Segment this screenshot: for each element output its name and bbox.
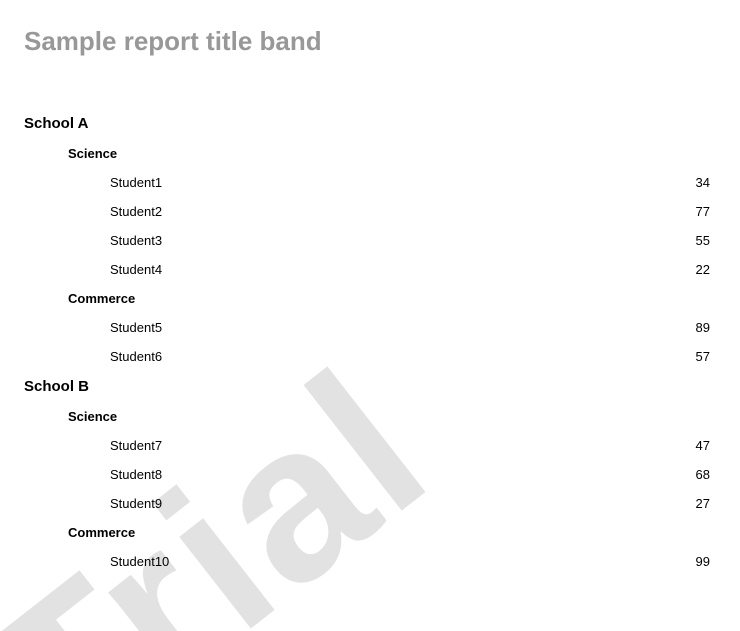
- department-heading: Commerce: [68, 525, 716, 540]
- student-name: Student4: [110, 262, 162, 277]
- department-heading: Science: [68, 146, 716, 161]
- student-name: Student8: [110, 467, 162, 482]
- student-name: Student10: [110, 554, 169, 569]
- report-page: Trial Sample report title band School A …: [0, 0, 740, 631]
- student-name: Student1: [110, 175, 162, 190]
- student-name: Student6: [110, 349, 162, 364]
- student-name: Student5: [110, 320, 162, 335]
- student-score: 77: [696, 204, 710, 219]
- student-score: 27: [696, 496, 710, 511]
- student-row: Student3 55: [24, 233, 716, 248]
- student-row: Student8 68: [24, 467, 716, 482]
- student-name: Student2: [110, 204, 162, 219]
- student-row: Student1 34: [24, 175, 716, 190]
- student-name: Student7: [110, 438, 162, 453]
- department-heading: Science: [68, 409, 716, 424]
- student-row: Student7 47: [24, 438, 716, 453]
- student-row: Student6 57: [24, 349, 716, 364]
- student-score: 68: [696, 467, 710, 482]
- report-content: Sample report title band School A Scienc…: [24, 26, 716, 569]
- school-heading: School B: [24, 378, 716, 395]
- student-score: 22: [696, 262, 710, 277]
- student-score: 89: [696, 320, 710, 335]
- student-score: 99: [696, 554, 710, 569]
- student-row: Student9 27: [24, 496, 716, 511]
- school-heading: School A: [24, 115, 716, 132]
- student-score: 57: [696, 349, 710, 364]
- student-name: Student9: [110, 496, 162, 511]
- student-row: Student5 89: [24, 320, 716, 335]
- student-score: 34: [696, 175, 710, 190]
- student-row: Student2 77: [24, 204, 716, 219]
- student-score: 55: [696, 233, 710, 248]
- student-row: Student4 22: [24, 262, 716, 277]
- department-heading: Commerce: [68, 291, 716, 306]
- student-name: Student3: [110, 233, 162, 248]
- student-row: Student10 99: [24, 554, 716, 569]
- report-title: Sample report title band: [24, 26, 716, 57]
- student-score: 47: [696, 438, 710, 453]
